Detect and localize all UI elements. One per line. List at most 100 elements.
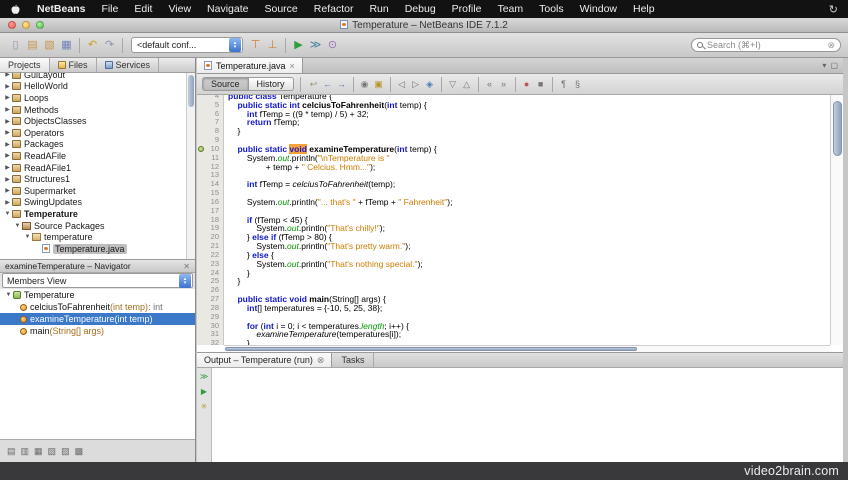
undo-icon[interactable]: ↶ bbox=[84, 37, 101, 53]
code-line[interactable]: 25 } bbox=[197, 277, 830, 286]
menu-item-view[interactable]: View bbox=[160, 3, 199, 15]
new-file-icon[interactable]: ▯ bbox=[7, 37, 24, 53]
code-line[interactable]: 14 int fTemp = celciusToFahrenheit(temp)… bbox=[197, 180, 830, 189]
window-titlebar[interactable]: Temperature – NetBeans IDE 7.1.2 bbox=[0, 18, 848, 33]
sidebar-tab-services[interactable]: Services bbox=[97, 58, 160, 72]
uncomment-icon[interactable]: § bbox=[571, 79, 585, 89]
output-tab-close-icon[interactable]: ⊗ bbox=[317, 355, 325, 366]
expand-arrow-icon[interactable]: ▶ bbox=[3, 176, 12, 183]
code-line[interactable]: 12 + temp + " Celcius. Hmm..."); bbox=[197, 163, 830, 172]
menu-item-refactor[interactable]: Refactor bbox=[306, 3, 362, 15]
tree-item-methods[interactable]: ▶Methods bbox=[0, 104, 195, 116]
tree-item-source-packages[interactable]: ▼Source Packages bbox=[0, 220, 195, 232]
code-editor[interactable]: 4public class Temperature {5 public stat… bbox=[197, 95, 843, 352]
rerun-icon[interactable]: ≫ bbox=[200, 373, 208, 381]
layout-icon-5[interactable]: ▨ bbox=[61, 446, 70, 457]
source-view-button[interactable]: Source bbox=[202, 77, 249, 91]
new-project-icon[interactable]: ▤ bbox=[24, 37, 41, 53]
tree-item-swingupdates[interactable]: ▶SwingUpdates bbox=[0, 197, 195, 209]
expand-arrow-icon[interactable]: ▶ bbox=[3, 187, 12, 194]
menu-item-edit[interactable]: Edit bbox=[126, 3, 160, 15]
previous-matching-icon[interactable]: △ bbox=[460, 79, 474, 90]
run-icon[interactable]: ▶ bbox=[290, 37, 307, 53]
menu-item-source[interactable]: Source bbox=[256, 3, 305, 15]
members-view-select[interactable]: Members View ▴▾ bbox=[2, 273, 193, 288]
build-icon[interactable]: ⊤ bbox=[247, 37, 264, 53]
menu-item-profile[interactable]: Profile bbox=[444, 3, 490, 15]
collapse-arrow-icon[interactable]: ▼ bbox=[3, 211, 12, 217]
expand-arrow-icon[interactable]: ▶ bbox=[3, 141, 12, 148]
layout-icon-1[interactable]: ▤ bbox=[7, 446, 16, 457]
collapse-arrow-icon[interactable]: ▼ bbox=[4, 292, 13, 298]
editor-horizontal-scrollbar[interactable] bbox=[224, 345, 830, 352]
expand-arrow-icon[interactable]: ▶ bbox=[3, 106, 12, 113]
maximize-editor-icon[interactable]: ▢ bbox=[830, 61, 838, 70]
navigator-root-temperature[interactable]: ▼Temperature bbox=[0, 289, 195, 301]
forward-icon[interactable]: → bbox=[335, 79, 349, 89]
layout-icon-3[interactable]: ▦ bbox=[34, 446, 43, 457]
output-tab[interactable]: Output – Temperature (run) ⊗ bbox=[197, 353, 332, 367]
ant-settings-icon[interactable]: ✳ bbox=[201, 403, 208, 411]
shift-right-icon[interactable]: » bbox=[497, 79, 511, 89]
stop-macro-icon[interactable]: ■ bbox=[534, 79, 548, 89]
save-all-icon[interactable]: ▦ bbox=[58, 37, 75, 53]
layout-icon-4[interactable]: ▧ bbox=[48, 446, 57, 457]
menu-item-netbeans[interactable]: NetBeans bbox=[29, 3, 93, 15]
tab-list-chevron-icon[interactable]: ▾ bbox=[822, 61, 826, 70]
menu-item-window[interactable]: Window bbox=[572, 3, 625, 15]
redo-icon[interactable]: ↷ bbox=[101, 37, 118, 53]
expand-arrow-icon[interactable]: ▶ bbox=[3, 118, 12, 125]
tree-item-supermarket[interactable]: ▶Supermarket bbox=[0, 185, 195, 197]
code-line[interactable]: 31 examineTemperature(temperatures[i]); bbox=[197, 330, 830, 339]
tree-item-packages[interactable]: ▶Packages bbox=[0, 139, 195, 151]
vertical-scroll-thumb[interactable] bbox=[833, 101, 842, 156]
menu-item-run[interactable]: Run bbox=[361, 3, 396, 15]
expand-arrow-icon[interactable]: ▶ bbox=[3, 164, 12, 171]
output-content[interactable] bbox=[213, 368, 843, 462]
editor-vertical-scrollbar[interactable] bbox=[830, 95, 843, 345]
code-line[interactable]: 21 System.out.println("That's pretty war… bbox=[197, 242, 830, 251]
comment-icon[interactable]: ¶ bbox=[557, 79, 571, 89]
layout-icon-6[interactable]: ▩ bbox=[75, 446, 84, 457]
tree-item-operators[interactable]: ▶Operators bbox=[0, 127, 195, 139]
history-view-button[interactable]: History bbox=[249, 77, 294, 91]
navigator-member-main[interactable]: main(String[] args) bbox=[0, 325, 195, 337]
projects-panel[interactable]: ▶GuiLayout▶HelloWorld▶Loops▶Methods▶Obje… bbox=[0, 73, 195, 259]
expand-arrow-icon[interactable]: ▶ bbox=[3, 152, 12, 159]
menu-item-tools[interactable]: Tools bbox=[531, 3, 572, 15]
menu-status-icon[interactable]: ↻ bbox=[829, 3, 848, 16]
apple-menu-icon[interactable] bbox=[0, 4, 29, 15]
next-matching-icon[interactable]: ▽ bbox=[446, 79, 460, 90]
projects-scrollbar[interactable] bbox=[186, 73, 195, 259]
tree-item-guilayout[interactable]: ▶GuiLayout bbox=[0, 73, 195, 81]
code-line[interactable]: 23 System.out.println("That's nothing sp… bbox=[197, 260, 830, 269]
tree-item-helloworld[interactable]: ▶HelloWorld bbox=[0, 81, 195, 93]
tree-item-temperature-java[interactable]: Temperature.java bbox=[0, 243, 195, 255]
tree-item-readafile[interactable]: ▶ReadAFile bbox=[0, 150, 195, 162]
tree-item-temperature[interactable]: ▼temperature bbox=[0, 231, 195, 243]
tree-item-readafile1[interactable]: ▶ReadAFile1 bbox=[0, 162, 195, 174]
debug-icon[interactable]: ≫ bbox=[307, 37, 324, 53]
toggle-highlight-icon[interactable]: ▣ bbox=[372, 79, 386, 90]
menu-item-file[interactable]: File bbox=[93, 3, 126, 15]
tree-item-structures1[interactable]: ▶Structures1 bbox=[0, 173, 195, 185]
code-line[interactable]: 8 } bbox=[197, 127, 830, 136]
sidebar-tab-projects[interactable]: Projects bbox=[0, 58, 50, 72]
profile-icon[interactable]: ⊙ bbox=[324, 37, 341, 53]
expand-arrow-icon[interactable]: ▶ bbox=[3, 199, 12, 206]
menu-item-debug[interactable]: Debug bbox=[397, 3, 444, 15]
previous-bookmark-icon[interactable]: ◁ bbox=[395, 79, 409, 90]
tasks-tab[interactable]: Tasks bbox=[332, 353, 374, 367]
last-edit-icon[interactable]: ↩ bbox=[307, 79, 321, 90]
toggle-bookmark-icon[interactable]: ◈ bbox=[423, 79, 437, 90]
expand-arrow-icon[interactable]: ▶ bbox=[3, 129, 12, 136]
layout-icon-2[interactable]: ▥ bbox=[21, 446, 30, 457]
menu-item-team[interactable]: Team bbox=[489, 3, 531, 15]
find-selection-icon[interactable]: ◉ bbox=[358, 79, 372, 90]
code-line[interactable]: 28 int[] temperatures = {-10, 5, 25, 38}… bbox=[197, 304, 830, 313]
collapse-arrow-icon[interactable]: ▼ bbox=[13, 223, 22, 229]
search-input[interactable]: Search (⌘+I) ⊗ bbox=[691, 38, 841, 52]
horizontal-scroll-thumb[interactable] bbox=[225, 347, 637, 351]
menu-item-navigate[interactable]: Navigate bbox=[199, 3, 256, 15]
start-macro-icon[interactable]: ● bbox=[520, 79, 534, 89]
